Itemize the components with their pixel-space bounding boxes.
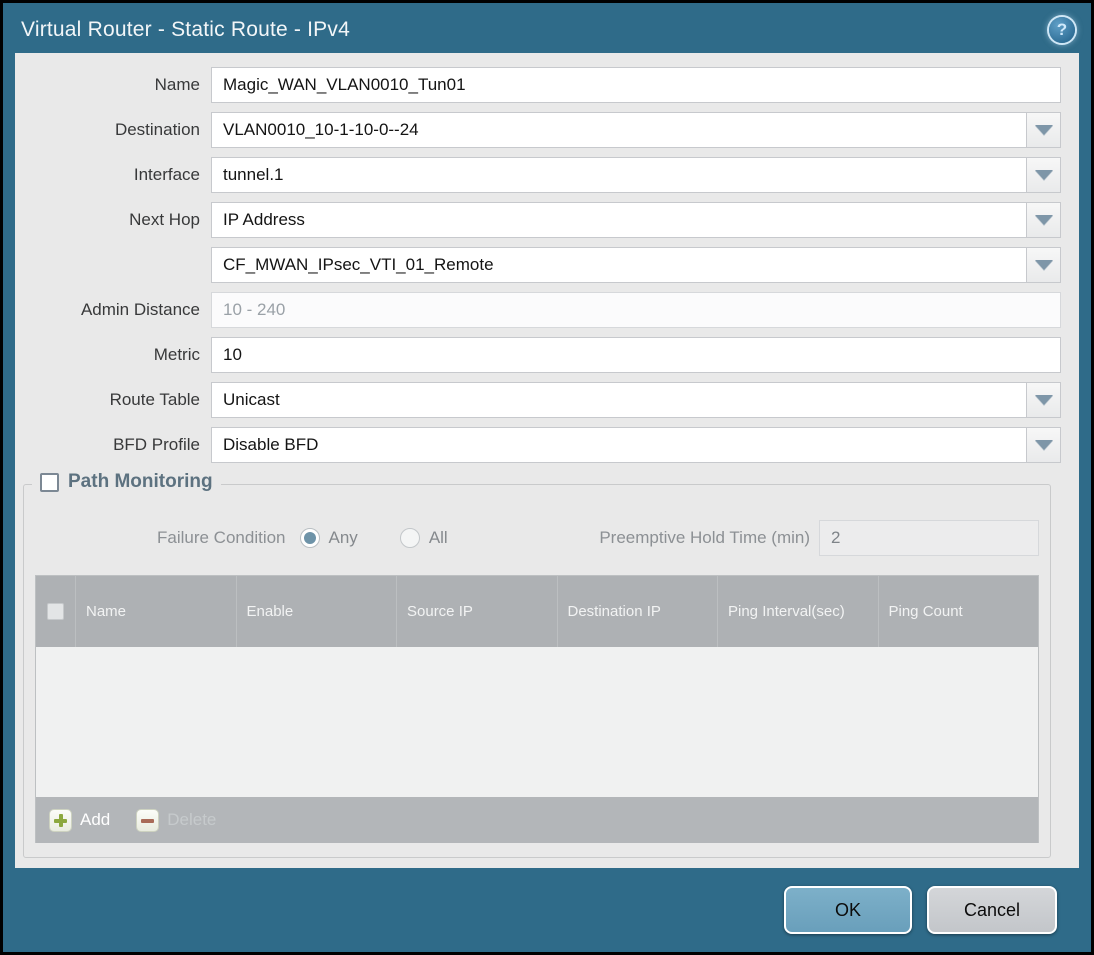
failure-condition-all-radio[interactable] bbox=[399, 528, 420, 548]
help-icon[interactable]: ? bbox=[1049, 17, 1075, 43]
bfd-profile-select[interactable] bbox=[211, 427, 1027, 463]
preemptive-hold-time-input[interactable] bbox=[819, 520, 1039, 556]
select-all-cell bbox=[36, 576, 75, 647]
destination-label: Destination bbox=[114, 120, 200, 139]
select-all-checkbox[interactable] bbox=[47, 603, 64, 620]
failure-condition-all-label: All bbox=[428, 528, 448, 547]
metric-row: Metric bbox=[15, 337, 1061, 373]
interface-dropdown-button[interactable] bbox=[1027, 157, 1061, 193]
chevron-down-icon bbox=[1034, 215, 1053, 225]
next-hop-type-select[interactable] bbox=[211, 202, 1027, 238]
add-button-label: Add bbox=[80, 810, 111, 829]
column-header-source-ip[interactable]: Source IP bbox=[396, 576, 557, 647]
path-monitoring-legend: Path Monitoring bbox=[32, 471, 221, 493]
name-label: Name bbox=[154, 75, 200, 94]
chevron-down-icon bbox=[1034, 440, 1053, 450]
column-header-enable[interactable]: Enable bbox=[235, 576, 397, 647]
name-row: Name bbox=[15, 67, 1061, 103]
chevron-down-icon bbox=[1034, 125, 1053, 135]
next-hop-address-dropdown-button[interactable] bbox=[1027, 247, 1061, 283]
route-table-select[interactable] bbox=[211, 382, 1027, 418]
dialog-titlebar: Virtual Router - Static Route - IPv4 ? bbox=[3, 3, 1091, 53]
next-hop-row: Next Hop bbox=[15, 202, 1061, 238]
table-toolbar: Add Delete bbox=[36, 797, 1038, 843]
table-header-row: Name Enable Source IP Destination IP Pin… bbox=[36, 576, 1038, 647]
bfd-profile-label: BFD Profile bbox=[113, 435, 200, 454]
admin-distance-label: Admin Distance bbox=[80, 300, 200, 319]
next-hop-label: Next Hop bbox=[129, 210, 200, 229]
interface-input[interactable] bbox=[211, 157, 1027, 193]
cancel-button[interactable]: Cancel bbox=[927, 886, 1057, 934]
bfd-profile-row: BFD Profile bbox=[15, 427, 1061, 463]
chevron-down-icon bbox=[1034, 395, 1053, 405]
dialog-title: Virtual Router - Static Route - IPv4 bbox=[21, 18, 350, 41]
column-header-ping-count[interactable]: Ping Count bbox=[877, 576, 1039, 647]
next-hop-type-dropdown-button[interactable] bbox=[1027, 202, 1061, 238]
table-body-empty bbox=[36, 647, 1038, 797]
failure-condition-any-label: Any bbox=[328, 528, 358, 547]
route-table-label: Route Table bbox=[109, 390, 200, 409]
delete-button-label: Delete bbox=[167, 810, 217, 829]
dialog-content: Name Destination Interface Next Hop bbox=[15, 53, 1079, 868]
admin-distance-input[interactable] bbox=[211, 292, 1061, 328]
bfd-profile-dropdown-button[interactable] bbox=[1027, 427, 1061, 463]
interface-row: Interface bbox=[15, 157, 1061, 193]
column-header-name[interactable]: Name bbox=[75, 576, 236, 647]
next-hop-address-input[interactable] bbox=[211, 247, 1027, 283]
column-header-destination-ip[interactable]: Destination IP bbox=[556, 576, 718, 647]
path-monitoring-section: Path Monitoring Failure Condition Any Al… bbox=[23, 471, 1051, 858]
chevron-down-icon bbox=[1034, 260, 1053, 270]
path-monitoring-checkbox[interactable] bbox=[40, 472, 59, 492]
destination-row: Destination bbox=[15, 112, 1061, 148]
metric-input[interactable] bbox=[211, 337, 1061, 373]
dialog-footer: OK Cancel bbox=[3, 868, 1091, 952]
path-monitoring-table: Name Enable Source IP Destination IP Pin… bbox=[35, 575, 1039, 843]
plus-icon bbox=[49, 808, 72, 832]
destination-input[interactable] bbox=[211, 112, 1027, 148]
delete-button[interactable]: Delete bbox=[136, 808, 217, 832]
failure-condition-any-radio[interactable] bbox=[299, 528, 320, 548]
next-hop-address-row bbox=[15, 247, 1061, 283]
destination-dropdown-button[interactable] bbox=[1027, 112, 1061, 148]
add-button[interactable]: Add bbox=[49, 808, 111, 832]
failure-condition-label: Failure Condition bbox=[157, 528, 286, 547]
ok-button[interactable]: OK bbox=[784, 886, 912, 934]
interface-label: Interface bbox=[133, 165, 200, 184]
failure-condition-row: Failure Condition Any All Preemptive Hol… bbox=[35, 520, 1039, 556]
minus-icon bbox=[136, 808, 160, 832]
route-table-row: Route Table bbox=[15, 382, 1061, 418]
admin-distance-row: Admin Distance bbox=[15, 292, 1061, 328]
static-route-dialog: Virtual Router - Static Route - IPv4 ? N… bbox=[3, 3, 1091, 952]
route-table-dropdown-button[interactable] bbox=[1027, 382, 1061, 418]
path-monitoring-title: Path Monitoring bbox=[68, 471, 213, 492]
preemptive-hold-time-label: Preemptive Hold Time (min) bbox=[599, 528, 810, 547]
metric-label: Metric bbox=[153, 345, 200, 364]
chevron-down-icon bbox=[1034, 170, 1053, 180]
name-input[interactable] bbox=[211, 67, 1061, 103]
column-header-ping-interval[interactable]: Ping Interval(sec) bbox=[717, 576, 878, 647]
